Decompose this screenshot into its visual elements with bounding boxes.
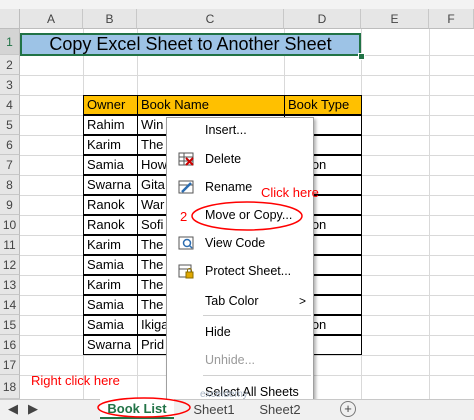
column-header-d[interactable]: D	[284, 9, 361, 29]
submenu-arrow-icon: >	[299, 294, 307, 308]
title-cell[interactable]: Copy Excel Sheet to Another Sheet	[20, 33, 361, 56]
menu-item-label: Tab Color	[205, 294, 259, 308]
row-header-3[interactable]: 3	[0, 75, 20, 95]
menu-separator	[203, 315, 311, 316]
table-header-book-name[interactable]: Book Name	[137, 95, 285, 115]
row-header-13[interactable]: 13	[0, 275, 20, 295]
menu-item-label: Insert...	[205, 123, 247, 137]
row-header-10[interactable]: 10	[0, 215, 20, 235]
menu-item-label: Unhide...	[205, 353, 256, 367]
row-header-5[interactable]: 5	[0, 115, 20, 135]
protect-sheet-icon	[178, 264, 194, 279]
row-header-15[interactable]: 15	[0, 315, 20, 335]
menu-item-label: Rename	[205, 180, 253, 194]
menu-item-label: Hide	[205, 325, 231, 339]
sheet-nav-right[interactable]: ▶	[26, 399, 40, 419]
row-header-11[interactable]: 11	[0, 235, 20, 255]
menu-item-view-code[interactable]: View Code	[167, 232, 313, 254]
row-header-9[interactable]: 9	[0, 195, 20, 215]
menu-item-protect-sheet[interactable]: Protect Sheet...	[167, 260, 313, 282]
gridline	[429, 29, 430, 399]
table-cell-owner[interactable]: Karim	[83, 275, 138, 295]
toolbar-strip	[0, 0, 474, 9]
row-header-2[interactable]: 2	[0, 55, 20, 75]
table-cell-owner[interactable]: Ranok	[83, 215, 138, 235]
row-header-17[interactable]: 17	[0, 355, 20, 375]
table-cell-owner[interactable]: Swarna	[83, 335, 138, 355]
add-sheet-icon: +	[340, 401, 356, 417]
column-header-e[interactable]: E	[361, 9, 429, 29]
rename-sheet-icon	[178, 180, 194, 194]
table-cell-owner[interactable]: Samia	[83, 315, 138, 335]
table-cell-owner[interactable]: Samia	[83, 295, 138, 315]
table-header-book-type[interactable]: Book Type	[284, 95, 362, 115]
table-header-owner[interactable]: Owner	[83, 95, 138, 115]
tab-sheet2[interactable]: Sheet2	[250, 399, 310, 419]
table-cell-owner[interactable]: Ranok	[83, 195, 138, 215]
menu-item-label: View Code	[205, 236, 266, 250]
select-all-corner[interactable]	[0, 9, 20, 29]
row-header-18[interactable]: 18	[0, 375, 20, 399]
delete-sheet-icon	[178, 152, 194, 166]
fill-handle[interactable]	[358, 53, 365, 60]
menu-separator	[203, 375, 311, 376]
row-header-8[interactable]: 8	[0, 175, 20, 195]
menu-item-insert[interactable]: Insert...	[167, 119, 313, 141]
view-code-icon	[178, 236, 194, 250]
table-cell-owner[interactable]: Samia	[83, 155, 138, 175]
row-header-7[interactable]: 7	[0, 155, 20, 175]
table-cell-owner[interactable]: Swarna	[83, 175, 138, 195]
menu-item-unhide: Unhide...	[167, 349, 313, 371]
row-header-12[interactable]: 12	[0, 255, 20, 275]
table-cell-owner[interactable]: Karim	[83, 135, 138, 155]
menu-item-tab-color[interactable]: Tab Color >	[167, 290, 313, 312]
sheet-nav-left[interactable]: ◀	[6, 399, 20, 419]
menu-item-label: Protect Sheet...	[205, 264, 292, 278]
column-header-a[interactable]: A	[20, 9, 83, 29]
column-header-b[interactable]: B	[83, 9, 137, 29]
row-header-6[interactable]: 6	[0, 135, 20, 155]
row-header-16[interactable]: 16	[0, 335, 20, 355]
table-cell-owner[interactable]: Rahim	[83, 115, 138, 135]
table-cell-owner[interactable]: Karim	[83, 235, 138, 255]
column-header-c[interactable]: C	[137, 9, 284, 29]
annotation-click-here: Click here	[261, 185, 319, 200]
tab-highlight-ellipse	[97, 397, 191, 418]
column-header-f[interactable]: F	[429, 9, 474, 29]
menu-item-label: Delete	[205, 152, 242, 166]
row-header-14[interactable]: 14	[0, 295, 20, 315]
annotation-right-click-here: Right click here	[31, 373, 120, 388]
add-sheet-button[interactable]: +	[340, 399, 356, 419]
annotation-step-2: 2	[180, 209, 188, 224]
menu-item-delete[interactable]: Delete	[167, 148, 313, 170]
row-header-1[interactable]: 1	[0, 29, 20, 55]
context-menu: Insert... Delete Rename Move or Copy... …	[166, 117, 314, 404]
table-cell-owner[interactable]: Samia	[83, 255, 138, 275]
highlight-ellipse	[191, 201, 303, 231]
gridline	[20, 75, 474, 76]
menu-item-hide[interactable]: Hide	[167, 321, 313, 343]
row-header-4[interactable]: 4	[0, 95, 20, 115]
